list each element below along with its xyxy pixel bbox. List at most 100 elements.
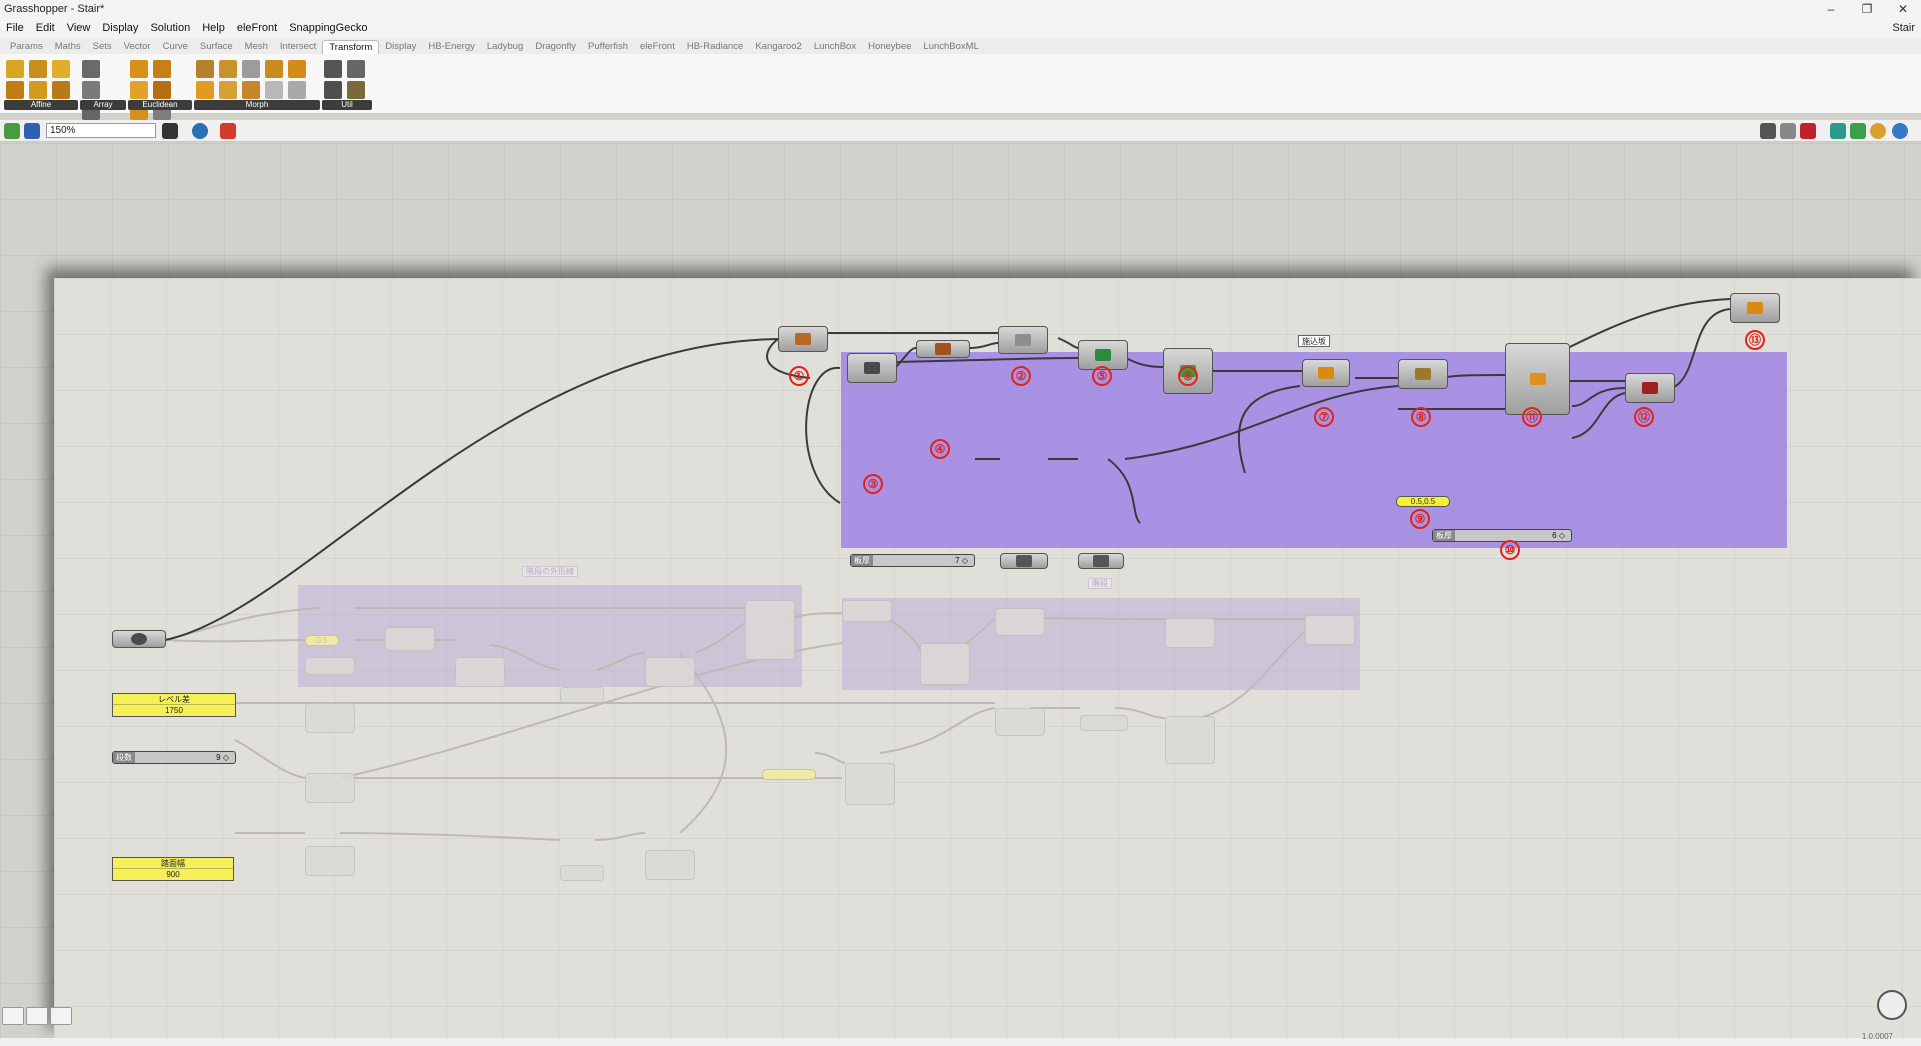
menu-view[interactable]: View — [61, 22, 97, 34]
ghost-component[interactable] — [645, 657, 695, 687]
grasshopper-canvas[interactable]: 階段の外形線 階段 施込坂 0.5,0.5 板厚 7 ◇ 板厚 6 ◇ ① ② … — [0, 143, 1921, 1038]
affine-icon[interactable] — [6, 81, 24, 99]
util-icon[interactable] — [347, 60, 365, 78]
rectangle-component-2[interactable] — [998, 326, 1048, 354]
euclidean-icon[interactable] — [153, 60, 171, 78]
extrude-component-7[interactable] — [1302, 359, 1350, 387]
curve-param-input[interactable] — [112, 630, 166, 648]
morph-icon[interactable] — [265, 60, 283, 78]
bake-icon[interactable] — [1800, 123, 1816, 139]
array-icon[interactable] — [82, 60, 100, 78]
morph-icon[interactable] — [196, 81, 214, 99]
u-count-slider-10[interactable]: 板厚 6 ◇ — [1432, 529, 1572, 542]
group-scribble[interactable]: 施込坂 — [1298, 335, 1330, 347]
evaluate-surface-component-11[interactable] — [1505, 343, 1570, 415]
level-difference-panel[interactable]: レベル差 1750 — [112, 693, 236, 717]
ghost-component[interactable] — [560, 687, 604, 703]
preview-eye-icon[interactable] — [192, 123, 208, 139]
ghost-component[interactable] — [745, 600, 795, 660]
tab-surface[interactable]: Surface — [194, 40, 239, 54]
ghost-component[interactable] — [1305, 615, 1355, 645]
ghost-component[interactable] — [385, 627, 435, 651]
negative-component[interactable] — [1078, 553, 1124, 569]
wireframe-icon[interactable] — [1780, 123, 1796, 139]
tab-lunchbox[interactable]: LunchBox — [808, 40, 862, 54]
menu-solution[interactable]: Solution — [144, 22, 196, 34]
tab-intersect[interactable]: Intersect — [274, 40, 322, 54]
extrude-component-13[interactable] — [1730, 293, 1780, 323]
uv-value-panel-9[interactable]: 0.5,0.5 — [1396, 496, 1450, 507]
morph-icon[interactable] — [242, 60, 260, 78]
ghost-component[interactable] — [845, 763, 895, 805]
tab-hb-radiance[interactable]: HB-Radiance — [681, 40, 750, 54]
restore-button[interactable]: ❐ — [1849, 0, 1885, 18]
canvas-navigator-icon[interactable] — [1877, 990, 1907, 1020]
save-file-icon[interactable] — [24, 123, 40, 139]
display-mode-icon[interactable] — [1760, 123, 1776, 139]
offset-component-3[interactable] — [847, 353, 897, 383]
tab-transform[interactable]: Transform — [322, 40, 380, 54]
ghost-component[interactable] — [455, 657, 505, 687]
ghost-value-panel[interactable]: 0.5 — [305, 635, 339, 646]
ghost-component[interactable] — [560, 865, 604, 881]
affine-icon[interactable] — [6, 60, 24, 78]
ghost-component[interactable] — [305, 773, 355, 803]
tab-vector[interactable]: Vector — [118, 40, 157, 54]
euclidean-icon[interactable] — [130, 81, 148, 99]
menu-file[interactable]: File — [0, 22, 30, 34]
menu-help[interactable]: Help — [196, 22, 231, 34]
morph-icon[interactable] — [242, 81, 260, 99]
connect-icon[interactable] — [26, 1007, 48, 1025]
curve-component-1[interactable] — [778, 326, 828, 352]
menu-elefront[interactable]: eleFront — [231, 22, 283, 34]
preview-mesh-icon[interactable] — [1892, 123, 1908, 139]
ghost-component[interactable] — [842, 600, 892, 622]
menu-display[interactable]: Display — [96, 22, 144, 34]
tab-curve[interactable]: Curve — [157, 40, 194, 54]
ghost-component[interactable] — [1165, 618, 1215, 648]
tab-elefront[interactable]: eleFront — [634, 40, 681, 54]
affine-icon[interactable] — [29, 60, 47, 78]
tab-pufferfish[interactable]: Pufferfish — [582, 40, 634, 54]
ghost-component[interactable] — [920, 643, 970, 685]
preview-shaded-icon[interactable] — [1830, 123, 1846, 139]
open-file-icon[interactable] — [4, 123, 20, 139]
preview-material-icon[interactable] — [1870, 123, 1886, 139]
tab-hb-energy[interactable]: HB-Energy — [422, 40, 480, 54]
morph-icon[interactable] — [265, 81, 283, 99]
arc-icon[interactable] — [50, 1007, 72, 1025]
sketch-pen-icon[interactable] — [220, 123, 236, 139]
morph-icon[interactable] — [219, 81, 237, 99]
step-count-slider[interactable]: 段数 9 ◇ — [112, 751, 236, 764]
tab-ladybug[interactable]: Ladybug — [481, 40, 529, 54]
zoom-extents-icon[interactable] — [162, 123, 178, 139]
tab-dragonfly[interactable]: Dragonfly — [529, 40, 582, 54]
affine-icon[interactable] — [29, 81, 47, 99]
menu-edit[interactable]: Edit — [30, 22, 61, 34]
array-icon[interactable] — [82, 81, 100, 99]
tab-kangaroo2[interactable]: Kangaroo2 — [749, 40, 807, 54]
tab-maths[interactable]: Maths — [49, 40, 87, 54]
util-icon[interactable] — [324, 60, 342, 78]
preview-selected-icon[interactable] — [1850, 123, 1866, 139]
divide-component-4[interactable] — [916, 340, 970, 358]
ghost-value-panel[interactable] — [762, 769, 816, 780]
euclidean-icon[interactable] — [153, 81, 171, 99]
tab-lunchboxml[interactable]: LunchBoxML — [917, 40, 984, 54]
menu-snappinggecko[interactable]: SnappingGecko — [283, 22, 373, 34]
affine-icon[interactable] — [52, 60, 70, 78]
thickness-slider[interactable]: 板厚 7 ◇ — [850, 554, 975, 567]
tab-params[interactable]: Params — [4, 40, 49, 54]
division-component[interactable] — [1000, 553, 1048, 569]
morph-icon[interactable] — [288, 60, 306, 78]
ghost-component[interactable] — [305, 846, 355, 876]
ghost-component[interactable] — [1165, 716, 1215, 764]
amplitude-component-12[interactable] — [1625, 373, 1675, 403]
tab-display[interactable]: Display — [379, 40, 422, 54]
euclidean-icon[interactable] — [130, 60, 148, 78]
close-button[interactable]: ✕ — [1885, 0, 1921, 18]
ghost-component[interactable] — [995, 608, 1045, 636]
ghost-component[interactable] — [645, 850, 695, 880]
morph-icon[interactable] — [219, 60, 237, 78]
affine-icon[interactable] — [52, 81, 70, 99]
